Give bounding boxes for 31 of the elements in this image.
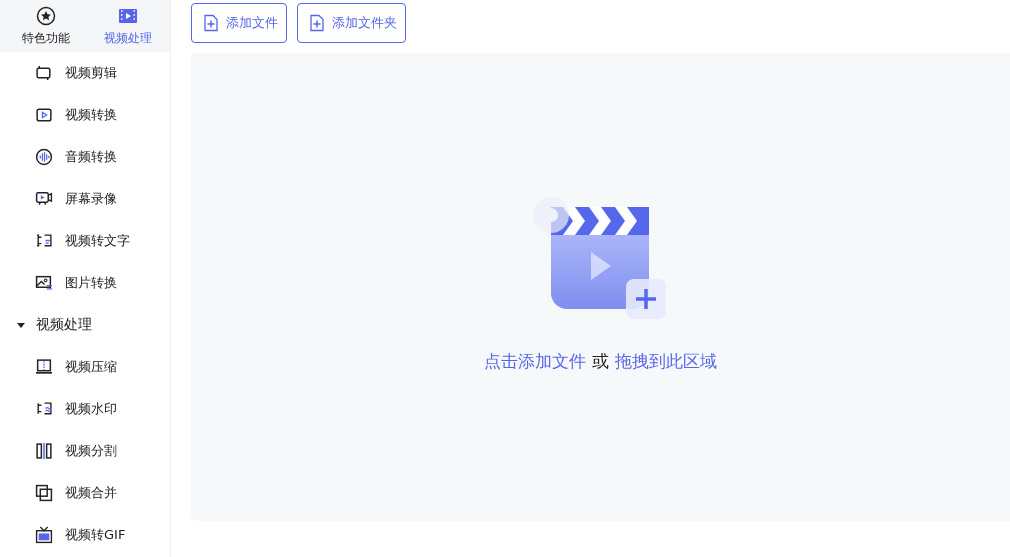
sidebar-item[interactable]: 视频剪辑: [0, 52, 170, 94]
add-button[interactable]: 添加文件夹: [297, 3, 406, 43]
play-screen-icon: [35, 106, 53, 124]
sidebar-item[interactable]: 视频分割: [0, 430, 170, 472]
split-icon: [35, 442, 53, 460]
file-plus-icon: [202, 14, 220, 32]
or-label: 或: [592, 349, 609, 373]
sidebar-item[interactable]: 图片转换: [0, 262, 170, 304]
sidebar-item[interactable]: 视频转GIF: [0, 514, 170, 556]
sidebar-item[interactable]: 视频合并: [0, 472, 170, 514]
sidebar-item[interactable]: 视频转换: [0, 94, 170, 136]
overlap-squares-icon: [35, 484, 53, 502]
sidebar-item[interactable]: 屏幕录像: [0, 178, 170, 220]
drag-hint-link[interactable]: 拖拽到此区域: [615, 349, 717, 373]
camera-icon: [35, 190, 53, 208]
sidebar-group[interactable]: 视频处理: [0, 304, 170, 346]
sidebar-item[interactable]: 视频水印: [0, 388, 170, 430]
sidebar-item[interactable]: 视频转文字: [0, 220, 170, 262]
clip-icon: [35, 64, 53, 82]
sidebar-item[interactable]: 音频转换: [0, 136, 170, 178]
laptop-icon: [35, 358, 53, 376]
click-add-link[interactable]: 点击添加文件: [484, 349, 586, 373]
sidebar-tab[interactable]: 视频处理: [92, 0, 164, 52]
sidebar-item[interactable]: 视频压缩: [0, 346, 170, 388]
audio-wave-icon: [35, 148, 53, 166]
tv-icon: [35, 526, 53, 544]
sidebar-tab[interactable]: 特色功能: [10, 0, 82, 52]
file-plus-icon: [308, 14, 326, 32]
drop-zone[interactable]: 点击添加文件 或 拖拽到此区域: [191, 53, 1010, 521]
picture-icon: [35, 274, 53, 292]
add-button[interactable]: 添加文件: [191, 3, 287, 43]
